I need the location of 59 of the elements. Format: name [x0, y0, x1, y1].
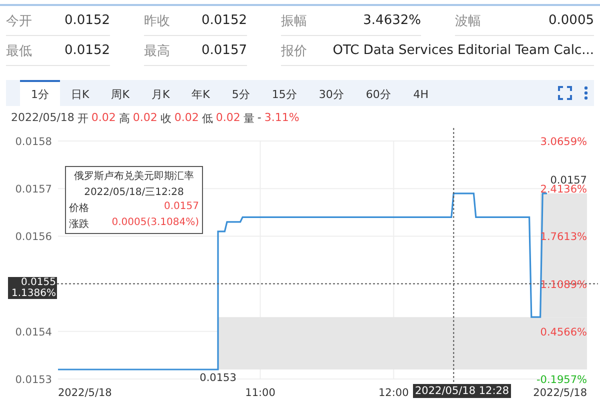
stat-value: 3.4632% [363, 13, 421, 28]
period-tab[interactable]: 60分 [354, 80, 402, 106]
tooltip-title: 俄罗斯卢布兑美元即期汇率 [73, 170, 195, 183]
stat-label: 昨收 [144, 12, 170, 30]
period-tab[interactable]: 30分 [308, 80, 355, 106]
stat-value: 0.0152 [64, 13, 110, 28]
quote-change: 3.11% [264, 111, 300, 126]
quote-label: 收 [160, 111, 172, 126]
period-tab[interactable]: 日K [60, 80, 100, 106]
period-tab[interactable]: 5分 [220, 80, 261, 106]
tooltip-label: 价格 [69, 202, 89, 215]
period-tab[interactable]: 15分 [260, 80, 308, 106]
quote-value: 0.02 [216, 111, 240, 126]
crosshair-time-label: 2022/05/18 12:28 [413, 384, 512, 398]
percent-label: 0.4566% [540, 326, 587, 338]
stat-label: 今开 [6, 12, 32, 30]
tooltip-datetime: 2022/05/18/三12:28 [83, 186, 185, 199]
axis-label: 12:00 [378, 387, 409, 399]
crosshair-price: 0.0155 [21, 277, 56, 288]
axis-label: 0.0157 [15, 184, 52, 196]
stat-label: 报价 [281, 42, 307, 60]
quote-label: 开 [77, 111, 88, 126]
quote-value: - [257, 111, 262, 126]
tooltip-value: 0.0005(3.1084%) [112, 217, 199, 230]
period-tab[interactable]: 1分 [20, 80, 60, 106]
quote-date: 2022/05/18 [11, 111, 74, 126]
percent-label: 3.0659% [540, 136, 587, 148]
period-tab[interactable]: 4H [402, 80, 440, 106]
quote-value: 0.02 [91, 111, 116, 126]
axis-label: 0.0153 [15, 374, 52, 386]
stat-value: 0.0005 [548, 13, 594, 28]
stat-label: 最高 [144, 42, 170, 60]
axis-label: 0.0158 [15, 136, 52, 148]
quote-label: 量 [243, 111, 254, 126]
quote-label: 低 [202, 111, 213, 126]
axis-label: 0.0154 [15, 326, 52, 338]
stat-label: 振幅 [281, 12, 307, 30]
stat-label: 波幅 [455, 12, 481, 30]
axis-label: 11:00 [245, 387, 276, 399]
quote-value: 0.02 [174, 111, 199, 126]
axis-label: 2022/5/18 [533, 387, 587, 399]
period-tab[interactable]: 周K [100, 80, 140, 106]
stat-value: 0.0157 [202, 43, 247, 58]
quote-label: 高 [118, 111, 130, 126]
stat-value: 0.0152 [202, 13, 247, 28]
period-tab[interactable]: 年K [180, 80, 221, 106]
tooltip-label: 涨跌 [69, 218, 89, 231]
axis-label: 0.0156 [15, 231, 52, 244]
stat-value: 0.0152 [64, 43, 110, 58]
tooltip-value: 0.0157 [164, 201, 199, 214]
low-label: 0.0153 [200, 372, 236, 384]
percent-label: 2.4136% [540, 184, 587, 196]
stat-value: OTC Data Services Editorial Team Calc... [332, 43, 594, 58]
axis-label: 2022/5/18 [58, 387, 112, 399]
percent-label: -0.1957% [536, 374, 587, 386]
quote-value: 0.02 [132, 111, 158, 126]
stat-label: 最低 [6, 42, 32, 60]
period-tab[interactable]: 月K [140, 80, 181, 106]
crosshair-percent: 1.1386% [12, 288, 56, 299]
